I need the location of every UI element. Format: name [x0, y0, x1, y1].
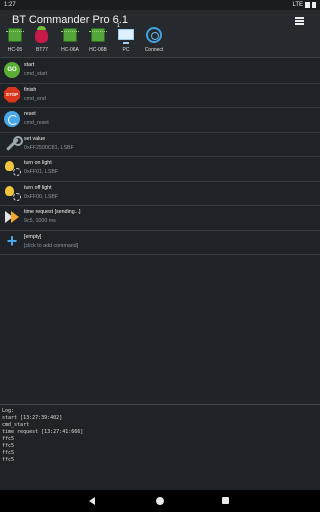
command-name: finish — [24, 86, 37, 93]
go-icon: GO — [4, 62, 20, 78]
command-row-start[interactable]: GO start cmd_start — [0, 59, 320, 84]
log-line: ffc5 — [2, 457, 15, 463]
command-code: 9c5, 1000 ms — [24, 218, 56, 224]
command-name: time request [sending...] — [24, 209, 81, 215]
app-title: BT Commander Pro 6.1 — [12, 14, 128, 26]
command-list: GO start cmd_start STOP finish cmd_end r… — [0, 59, 320, 255]
device-hc-05[interactable]: HC-05 — [3, 26, 27, 62]
home-icon[interactable] — [156, 497, 164, 505]
device-label: BT77 — [36, 47, 48, 53]
chip-icon — [6, 28, 24, 42]
stop-icon: STOP — [4, 86, 20, 103]
command-code: [click to add command] — [24, 242, 79, 249]
navigation-bar — [0, 490, 320, 512]
command-row-turn-on-light[interactable]: turn on light 0xFF01, LSBF — [0, 157, 320, 182]
network-type: LTE — [292, 2, 303, 8]
command-code: cmd_start — [24, 71, 48, 77]
chip-icon — [89, 28, 107, 42]
log-line: ffc5 — [2, 450, 15, 456]
device-hc-06a[interactable]: HC-06A — [58, 26, 82, 62]
raspberry-pi-icon — [35, 26, 48, 43]
device-label: HC-06B — [89, 47, 107, 53]
command-row-turn-off-light[interactable]: turn off light 0xFF00, LSBF — [0, 182, 320, 206]
status-bar: 1:27 LTE — [0, 0, 320, 10]
command-code: 0xFF01, LSBF — [24, 169, 59, 175]
reset-icon — [4, 111, 20, 127]
command-name: start — [24, 62, 35, 68]
log-line: ffc5 — [2, 436, 15, 442]
device-label: HC-05 — [7, 47, 23, 53]
command-code: 0xFF2500C81, LSBF — [24, 144, 74, 151]
wrench-icon — [4, 135, 23, 152]
timer-play-icon — [4, 209, 20, 225]
command-row-reset[interactable]: reset cmd_reset — [0, 108, 320, 133]
monitor-icon — [118, 29, 134, 44]
command-row-empty[interactable]: + [empty] [click to add command] — [0, 230, 320, 255]
command-row-finish[interactable]: STOP finish cmd_end — [0, 84, 320, 108]
command-name: [empty] — [24, 233, 42, 240]
device-bt77[interactable]: BT77 — [30, 26, 54, 62]
app-bar: BT Commander Pro 6.1 HC-05 BT77 HC-06A H… — [0, 10, 320, 58]
command-name: turn on light — [24, 160, 52, 166]
command-code: cmd_end — [24, 95, 46, 102]
recent-apps-icon[interactable] — [222, 497, 229, 504]
command-name: reset — [24, 111, 36, 117]
device-pc[interactable]: 1 PC — [114, 23, 138, 62]
log-line: time request [13:27:41:666] — [2, 429, 84, 435]
device-hc-06b[interactable]: HC-06B — [86, 26, 110, 62]
pc-badge: 1 — [117, 23, 120, 29]
chip-icon — [61, 28, 79, 42]
command-row-set-value[interactable]: set value 0xFF2500C81, LSBF — [0, 133, 320, 157]
log-line: Log: — [2, 408, 15, 414]
log-line: ffc5 — [2, 443, 15, 449]
command-code: cmd_reset — [24, 120, 49, 126]
signal-icon — [305, 2, 310, 8]
menu-icon[interactable] — [295, 17, 304, 25]
plus-icon: + — [6, 230, 18, 251]
bluetooth-signal-icon — [146, 27, 162, 43]
command-name: turn off light — [24, 184, 52, 191]
status-time: 1:27 — [4, 2, 16, 8]
connect-button[interactable]: Connect — [142, 26, 166, 62]
lightbulb-gear-icon — [4, 185, 21, 201]
battery-icon — [312, 2, 316, 8]
log-panel[interactable]: Log: start [13:27:39:402] cmd_start time… — [0, 404, 320, 490]
command-code: 0xFF00, LSBF — [24, 193, 59, 200]
command-name: set value — [24, 135, 46, 142]
log-line: cmd_start — [2, 422, 30, 428]
device-label: HC-06A — [61, 47, 79, 53]
status-icons: LTE — [292, 0, 316, 10]
device-label: Connect — [144, 47, 164, 53]
lightbulb-gear-icon — [4, 160, 21, 176]
device-label: PC — [122, 47, 130, 53]
command-row-time-request[interactable]: time request [sending...] 9c5, 1000 ms — [0, 206, 320, 231]
back-icon[interactable] — [89, 497, 95, 505]
log-line: start [13:27:39:402] — [2, 415, 63, 421]
